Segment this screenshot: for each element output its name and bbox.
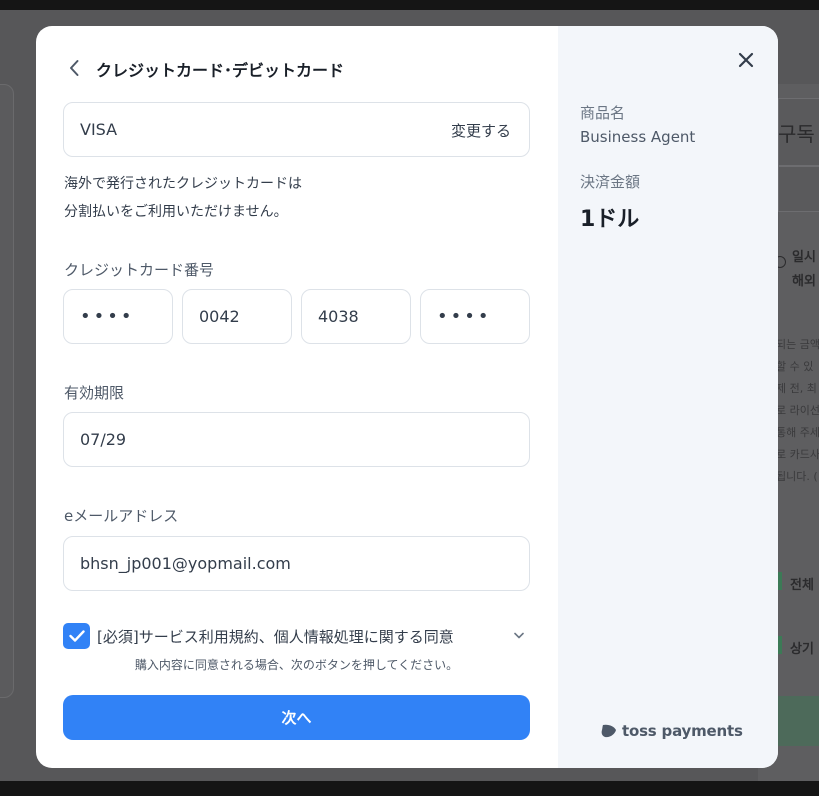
background-label: 일시 xyxy=(792,250,816,265)
background-text: 되는 금액 xyxy=(776,338,819,351)
check-icon xyxy=(68,630,85,642)
payment-form: クレジットカード･デビットカード VISA 変更する 海外で発行されたクレジット… xyxy=(36,26,558,768)
modal-title: クレジットカード･デビットカード xyxy=(96,61,345,80)
amount-label: 決済金額 xyxy=(580,173,641,191)
amount-value: 1ドル xyxy=(580,207,640,232)
background-text: 제 전, 최 xyxy=(776,382,817,395)
background-text: 로 라이선 xyxy=(776,404,819,417)
card-number-label: クレジットカード番号 xyxy=(64,261,215,279)
email-input[interactable]: bhsn_jp001@yopmail.com xyxy=(63,536,530,591)
background-label: 상기 xyxy=(790,642,814,657)
background-left-card xyxy=(0,84,14,698)
background-check xyxy=(778,636,782,654)
expiry-input[interactable]: 07/29 xyxy=(63,412,530,467)
notice-line: 分割払いをご利用いただけません。 xyxy=(64,204,288,220)
change-card-button[interactable]: 変更する xyxy=(451,120,511,141)
product-name-value: Business Agent xyxy=(580,128,696,146)
background-label: 해외 xyxy=(792,274,816,289)
card-number-segment-4[interactable]: •••• xyxy=(420,289,530,344)
notice-line: 海外で発行されたクレジットカードは xyxy=(64,176,302,192)
background-check xyxy=(778,572,782,590)
agreement-subtext: 購入内容に同意される場合、次のボタンを押してください。 xyxy=(134,658,459,672)
agreement-expand-button[interactable] xyxy=(512,628,526,642)
agreement-text: [必須]サービス利用規約、個人情報処理に関する同意 xyxy=(97,628,454,646)
chevron-left-icon xyxy=(70,60,79,76)
background-text: 됩니다. ( xyxy=(776,470,818,483)
background-label: 전체 xyxy=(790,578,814,593)
toss-logo-icon xyxy=(601,724,616,738)
background-text: 할 수 있 xyxy=(776,360,814,373)
installment-notice: 海外で発行されたクレジットカードは 分割払いをご利用いただけません。 xyxy=(64,170,302,226)
agreement-row: [必須]サービス利用規約、個人情報処理に関する同意 xyxy=(63,623,530,649)
card-type-value: VISA xyxy=(80,120,118,139)
next-button[interactable]: 次へ xyxy=(63,695,530,740)
background-text: 통해 주세 xyxy=(776,426,819,439)
background-text: 로 카드사 xyxy=(776,448,819,461)
background-label: 구독 xyxy=(778,122,815,146)
payment-modal: クレジットカード･デビットカード VISA 変更する 海外で発行されたクレジット… xyxy=(36,26,778,768)
card-type-field[interactable]: VISA 変更する xyxy=(63,102,530,157)
card-number-segment-3[interactable]: 4038 xyxy=(301,289,411,344)
card-number-segment-2[interactable]: 0042 xyxy=(182,289,292,344)
chevron-down-icon xyxy=(514,632,524,638)
product-name-label: 商品名 xyxy=(580,104,626,122)
back-button[interactable] xyxy=(64,56,84,80)
email-label: eメールアドレス xyxy=(64,507,179,525)
screen-bottom-bar xyxy=(0,781,819,796)
toss-payments-logo: toss payments xyxy=(600,722,743,740)
brand-text: toss payments xyxy=(622,722,743,740)
order-summary: 商品名 Business Agent 決済金額 1ドル toss payment… xyxy=(558,26,778,768)
screen-top-bar xyxy=(0,0,819,10)
close-button[interactable] xyxy=(734,48,758,72)
agreement-checkbox[interactable] xyxy=(63,623,90,649)
close-icon xyxy=(738,52,754,68)
expiry-label: 有効期限 xyxy=(64,384,125,402)
card-number-segment-1[interactable]: •••• xyxy=(63,289,173,344)
background-box xyxy=(778,166,819,212)
